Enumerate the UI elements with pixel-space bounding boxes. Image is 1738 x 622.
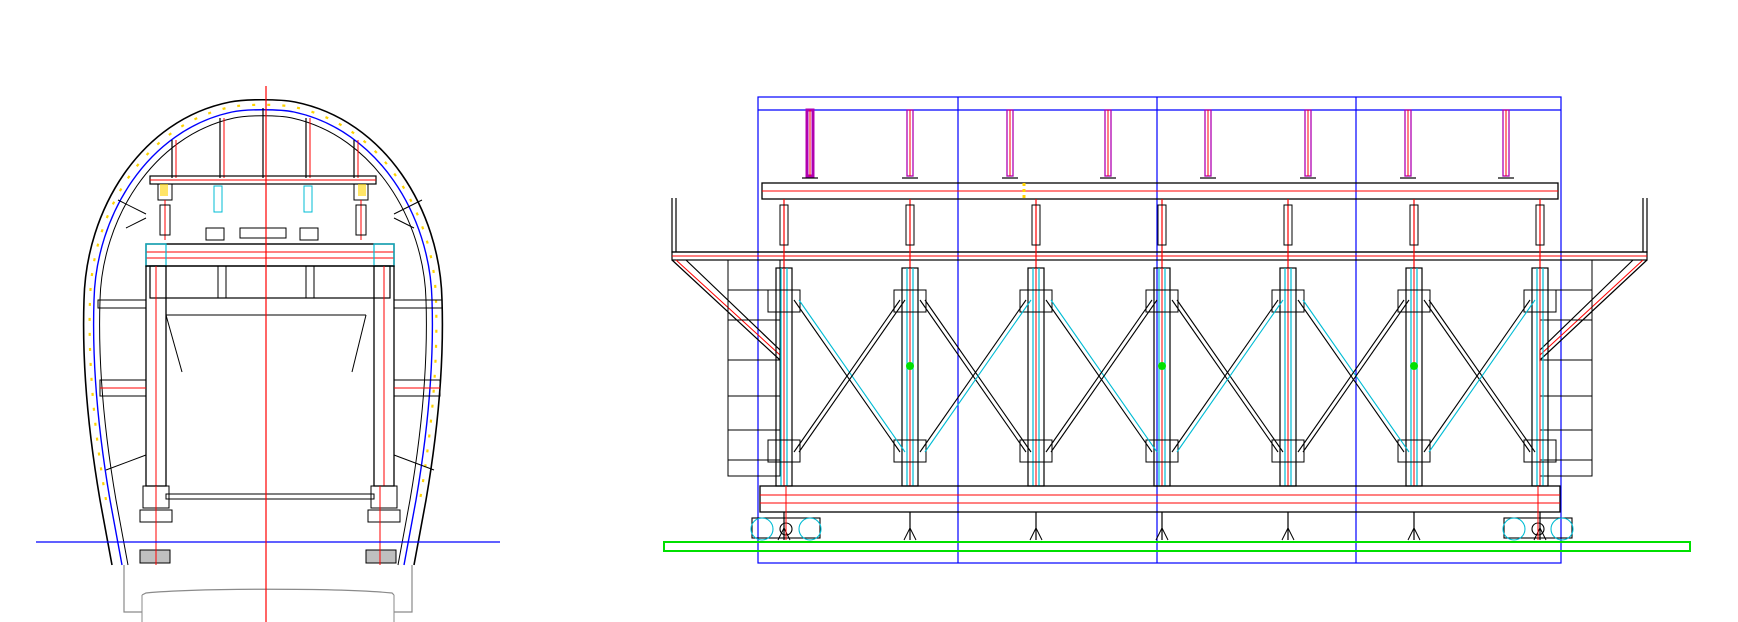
portal-legs [145,265,395,487]
bottom-longitudinal-beam [759,485,1561,513]
x-brace [1423,299,1536,453]
screw-jack-icon [1200,109,1216,179]
cross-section-view [36,86,500,622]
screw-jack-icon [802,108,818,179]
x-brace [793,299,906,453]
column [1019,199,1053,541]
x-brace [1171,299,1284,453]
top-jacks [802,108,1514,179]
rail-track [663,541,1691,552]
hydraulic-cylinder-icon [97,199,443,471]
cad-drawing-canvas [0,0,1738,622]
wheel-icon [139,485,401,564]
screw-jack-icon [1400,109,1416,179]
tunnel-inner-lining [92,109,434,566]
working-platform [671,198,1648,253]
screw-jack-icon [1300,109,1316,179]
screw-jack-icon [157,183,369,241]
screw-jack-icon [1100,109,1116,179]
x-brace [1297,299,1410,453]
side-elevation-view [663,96,1691,564]
column [1397,199,1431,541]
screw-jack-icon [1002,109,1018,179]
column [1145,199,1179,541]
tunnel-invert [123,565,413,613]
screw-jack-icon [1498,109,1514,179]
column [893,199,927,541]
x-brace [919,299,1032,453]
tunnel-inner-lining-2 [99,115,427,566]
x-brace [1045,299,1158,453]
column [767,199,801,541]
column [1523,199,1557,541]
gantry-columns [767,199,1557,541]
cad-drawing [36,86,1691,622]
bottom-tie-bar [165,493,375,500]
screw-jack-icon [902,109,918,179]
gantry-crossbeam [145,243,395,267]
crown-ribs-red [175,118,359,178]
column [1271,199,1305,541]
